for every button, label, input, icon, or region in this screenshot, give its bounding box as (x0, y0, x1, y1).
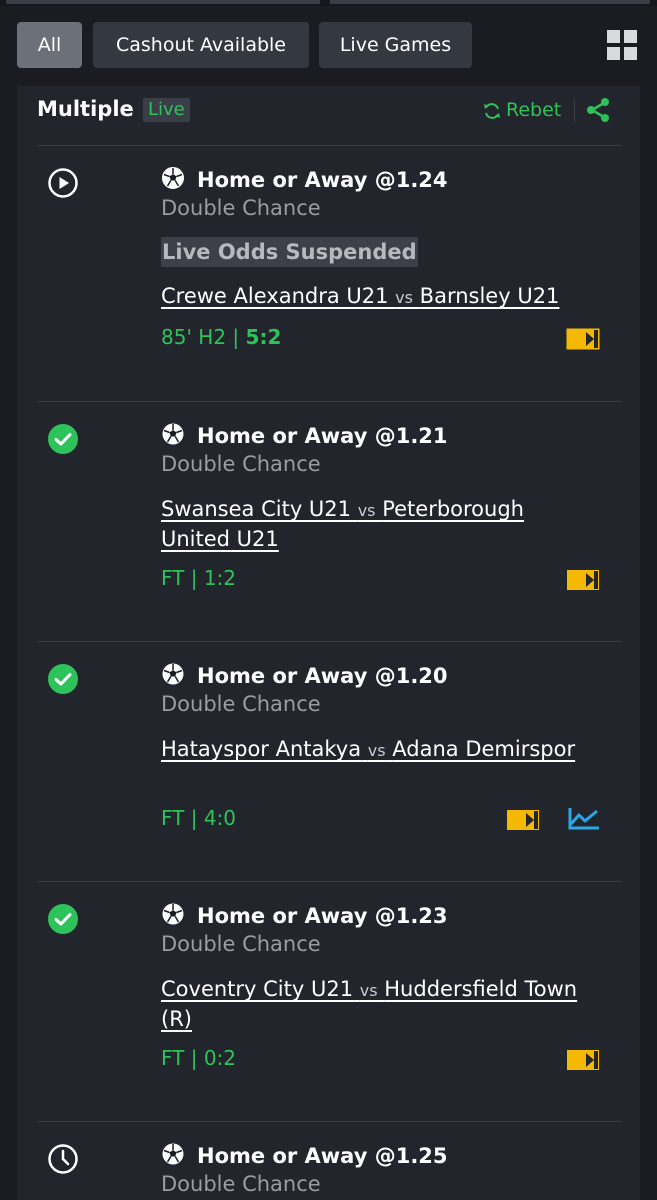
header-divider (574, 100, 575, 122)
market-label: Double Chance (161, 452, 321, 476)
filter-all-button[interactable]: All (17, 22, 82, 68)
check-circle-icon (48, 904, 78, 934)
match-time: FT | (161, 806, 204, 830)
play-circle-icon (48, 168, 78, 198)
selection-title-row: Home or Away @1.23 (161, 902, 448, 928)
bet-history-page: All Cashout Available Live Games Multipl… (0, 0, 657, 1200)
market-label: Double Chance (161, 692, 321, 716)
bet-type-label: Multiple (37, 97, 134, 121)
away-team: Adana Demirspor (392, 737, 576, 761)
soccer-ball-icon (162, 423, 184, 445)
market-label: Double Chance (161, 1172, 321, 1196)
match-score: FT | 0:2 (161, 1046, 236, 1070)
top-tab-segment[interactable] (330, 0, 650, 4)
market-label: Double Chance (161, 196, 321, 220)
selection-item: Home or Away @1.23 Double Chance Coventr… (37, 881, 621, 1122)
score-value: 0:2 (203, 1046, 237, 1070)
live-stream-icon[interactable] (566, 569, 600, 591)
vs-label: vs (395, 288, 413, 307)
vs-label: vs (357, 501, 376, 520)
home-team: Swansea City U21 (161, 497, 352, 521)
event-link[interactable]: Swansea City U21 vs Peterborough United … (161, 495, 591, 553)
grid-view-icon[interactable] (606, 29, 638, 61)
bet-card-header: Multiple Live Rebet (17, 86, 640, 144)
live-stream-icon[interactable] (506, 809, 540, 831)
live-badge: Live (143, 98, 190, 122)
home-team: Hatayspor Antakya (161, 737, 362, 761)
match-time: 85' H2 | (161, 325, 246, 349)
live-stream-icon[interactable] (566, 328, 600, 350)
selection-item: Home or Away @1.20 Double Chance Hataysp… (37, 641, 621, 882)
top-tab-segment[interactable] (6, 0, 320, 4)
share-icon[interactable] (584, 96, 612, 124)
market-label: Double Chance (161, 932, 321, 956)
home-team: Crewe Alexandra U21 (161, 284, 389, 308)
rebet-label: Rebet (506, 99, 562, 121)
soccer-ball-icon (162, 903, 184, 925)
soccer-ball-icon (162, 1143, 184, 1165)
odds-suspended-notice: Live Odds Suspended (161, 237, 418, 267)
selection-item: Home or Away @1.21 Double Chance Swansea… (37, 401, 621, 642)
score-value: 1:2 (203, 566, 237, 590)
stats-chart-icon[interactable] (567, 806, 601, 832)
vs-label: vs (359, 981, 378, 1000)
filter-bar: All Cashout Available Live Games (17, 22, 640, 68)
check-circle-icon (48, 424, 78, 454)
away-team: Barnsley U21 (419, 284, 560, 308)
live-stream-icon[interactable] (566, 1049, 600, 1071)
refresh-icon (484, 102, 500, 119)
score-value: 4:0 (203, 806, 237, 830)
match-time: FT | (161, 566, 204, 590)
check-circle-icon (48, 664, 78, 694)
selection-title-row: Home or Away @1.20 (161, 662, 448, 688)
match-score: FT | 4:0 (161, 806, 236, 830)
selection-item: Home or Away @1.25 Double Chance (37, 1121, 621, 1200)
vs-label: vs (367, 741, 386, 760)
filter-cashout-button[interactable]: Cashout Available (93, 22, 309, 68)
clock-icon (48, 1144, 78, 1174)
selection-title: Home or Away @1.23 (197, 904, 448, 928)
score-value: 5:2 (245, 325, 282, 349)
match-score: FT | 1:2 (161, 566, 236, 590)
bet-card: Multiple Live Rebet Home or Away @1.24 D… (17, 86, 640, 1200)
event-link[interactable]: Coventry City U21 vs Huddersfield Town (… (161, 975, 591, 1033)
event-link[interactable]: Hatayspor Antakya vs Adana Demirspor (161, 735, 591, 765)
event-link[interactable]: Crewe Alexandra U21 vs Barnsley U21 (161, 282, 591, 312)
selection-title: Home or Away @1.24 (197, 168, 448, 192)
match-time: FT | (161, 1046, 204, 1070)
match-score: 85' H2 | 5:2 (161, 325, 281, 349)
selection-title: Home or Away @1.20 (197, 664, 448, 688)
soccer-ball-icon (162, 167, 184, 189)
selection-title-row: Home or Away @1.21 (161, 422, 448, 448)
home-team: Coventry City U21 (161, 977, 354, 1001)
selection-title: Home or Away @1.25 (197, 1144, 448, 1168)
selection-title-row: Home or Away @1.25 (161, 1142, 448, 1168)
selection-title-row: Home or Away @1.24 (161, 166, 448, 192)
rebet-button[interactable]: Rebet (482, 96, 561, 124)
selection-title: Home or Away @1.21 (197, 424, 448, 448)
top-tab-strip (0, 0, 657, 6)
selection-item: Home or Away @1.24 Double Chance Live Od… (37, 145, 621, 402)
filter-live-games-button[interactable]: Live Games (319, 22, 472, 68)
soccer-ball-icon (162, 663, 184, 685)
